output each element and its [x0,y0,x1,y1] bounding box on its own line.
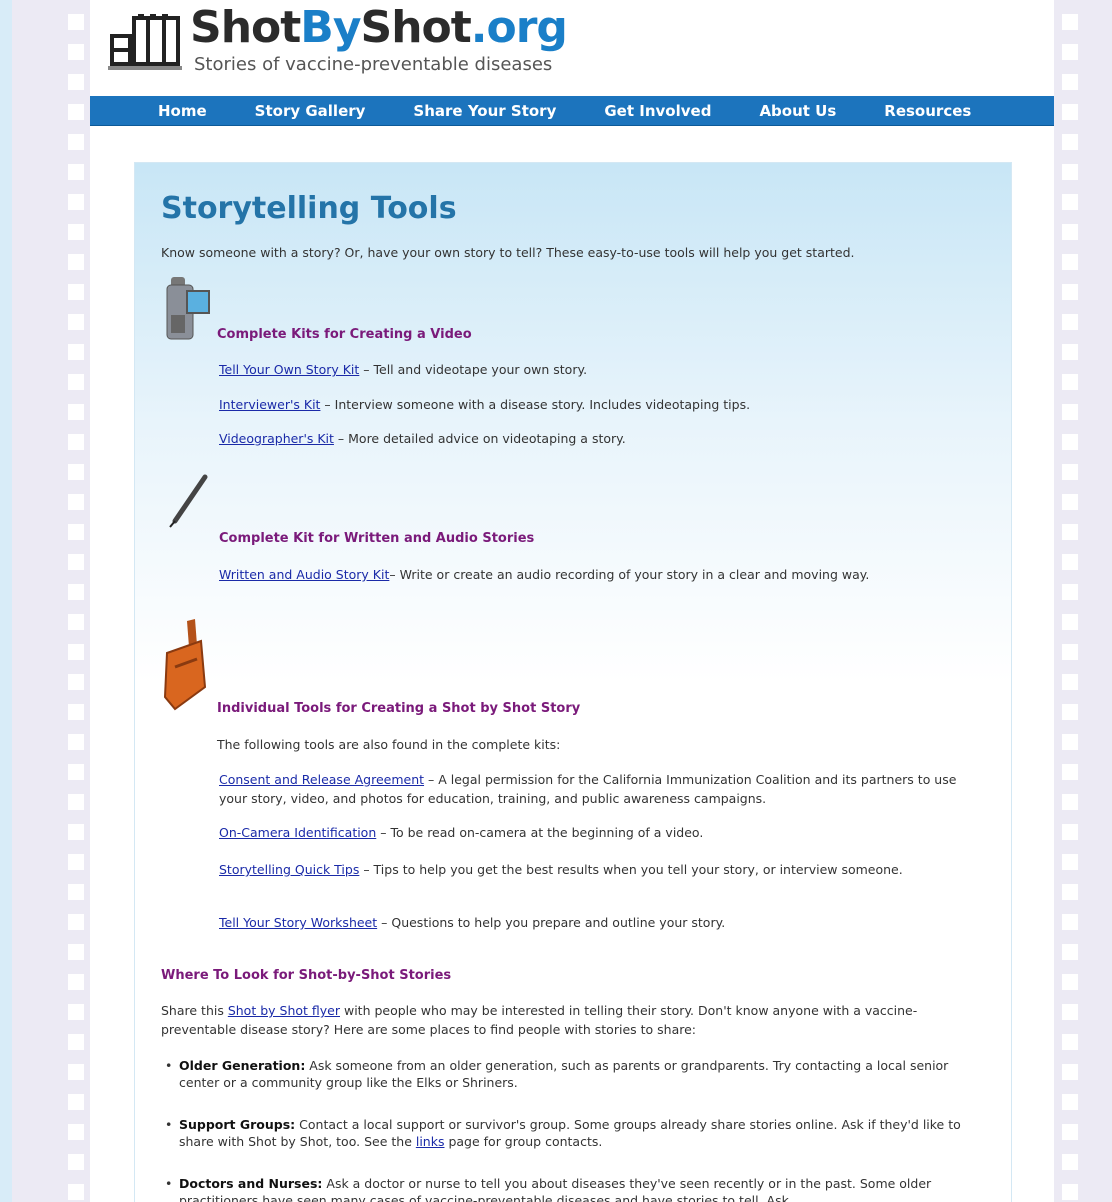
list-item: • Older Generation: Ask someone from an o… [165,1058,949,1090]
video-camera-icon [166,277,210,340]
list-item: Videographer's Kit – More detailed advic… [219,431,626,446]
section-heading-video-kits: Complete Kits for Creating a Video [217,327,472,342]
section-heading-where-to-look: Where To Look for Shot-by-Shot Stories [161,968,452,983]
section-heading-written-kit: Complete Kit for Written and Audio Stori… [219,531,535,546]
list-item: Interviewer's Kit – Interview someone wi… [219,397,751,412]
list-item: On-Camera Identification – To be read on… [219,825,704,840]
intro-text: Know someone with a story? Or, have your… [161,245,855,260]
consent-release-agreement-link[interactable]: Consent and Release Agreement [219,772,424,787]
list-item: • Doctors and Nurses: Ask a doctor or nur… [165,1176,932,1202]
nav-resources[interactable]: Resources [884,102,971,120]
page: ShotByShot.org Stories of vaccine-preven… [90,0,1054,1202]
list-item: • Support Groups: Contact a local support… [165,1117,961,1149]
site-tagline: Stories of vaccine-preventable diseases [194,54,553,75]
links-page-link[interactable]: links [416,1134,445,1149]
on-camera-identification-link[interactable]: On-Camera Identification [219,825,376,840]
film-strip-left [12,0,92,1202]
individual-tools-note: The following tools are also found in th… [217,737,561,752]
tell-your-own-story-kit-link[interactable]: Tell Your Own Story Kit [219,362,359,377]
interviewers-kit-link[interactable]: Interviewer's Kit [219,397,320,412]
film-strip-right [1054,0,1112,1202]
videographers-kit-link[interactable]: Videographer's Kit [219,431,334,446]
site-logo-title[interactable]: ShotByShot.org [190,2,568,53]
section-heading-individual-tools: Individual Tools for Creating a Shot by … [217,701,581,716]
nav-about-us[interactable]: About Us [759,102,836,120]
toolbox-icon [163,619,207,711]
list-item: Written and Audio Story Kit– Write or cr… [219,567,870,582]
nav-home[interactable]: Home [158,102,207,120]
list-item: Consent and Release Agreement – A legal … [219,772,957,806]
content-box: Storytelling Tools Know someone with a s… [134,162,1012,1202]
flyer-link[interactable]: Shot by Shot flyer [228,1003,340,1018]
site-header: ShotByShot.org Stories of vaccine-preven… [90,0,1054,96]
nav-get-involved[interactable]: Get Involved [604,102,711,120]
list-item: Tell Your Own Story Kit – Tell and video… [219,362,588,377]
page-title: Storytelling Tools [161,191,457,226]
main-nav: Home Story Gallery Share Your Story Get … [90,96,1054,126]
storytelling-quick-tips-link[interactable]: Storytelling Quick Tips [219,862,359,877]
nav-share-your-story[interactable]: Share Your Story [413,102,556,120]
pen-icon [169,474,208,528]
film-reel-icon [108,14,182,70]
list-item: Tell Your Story Worksheet – Questions to… [219,915,726,930]
share-paragraph: Share this Shot by Shot flyer with peopl… [161,1003,918,1037]
tell-your-story-worksheet-link[interactable]: Tell Your Story Worksheet [219,915,377,930]
written-audio-story-kit-link[interactable]: Written and Audio Story Kit [219,567,389,582]
list-item: Storytelling Quick Tips – Tips to help y… [219,862,903,877]
nav-story-gallery[interactable]: Story Gallery [255,102,366,120]
